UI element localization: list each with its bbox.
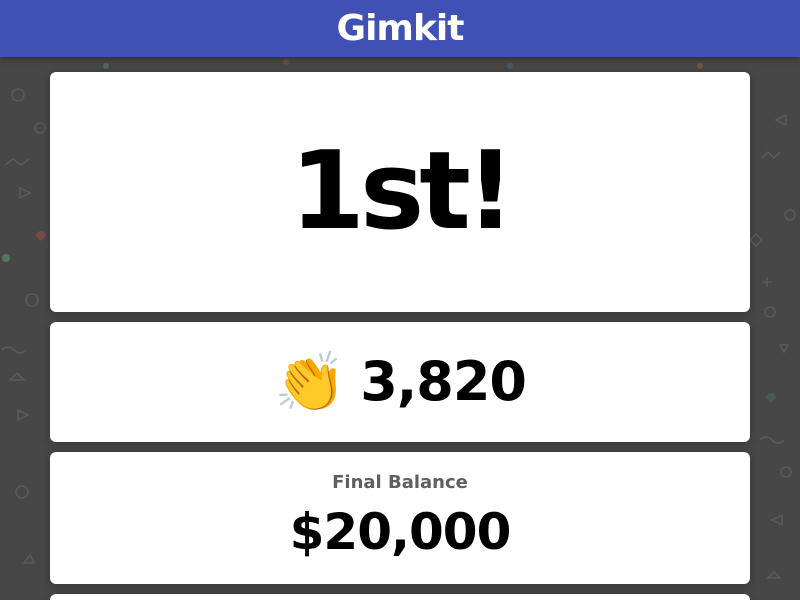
final-balance-card: Final Balance $20,000 (50, 452, 750, 584)
score-card: 👏 3,820 (50, 322, 750, 442)
score-value: 3,820 (360, 350, 527, 413)
final-balance-value: $20,000 (289, 503, 512, 561)
placement-card: 1st! (50, 72, 750, 312)
clapping-hands-icon: 👏 (273, 348, 347, 416)
gimkit-logo: Gimkit (336, 7, 465, 49)
final-balance-label: Final Balance (332, 472, 468, 493)
next-card (50, 594, 750, 600)
placement-text: 1st! (289, 129, 515, 254)
top-bar: Gimkit (0, 0, 800, 57)
